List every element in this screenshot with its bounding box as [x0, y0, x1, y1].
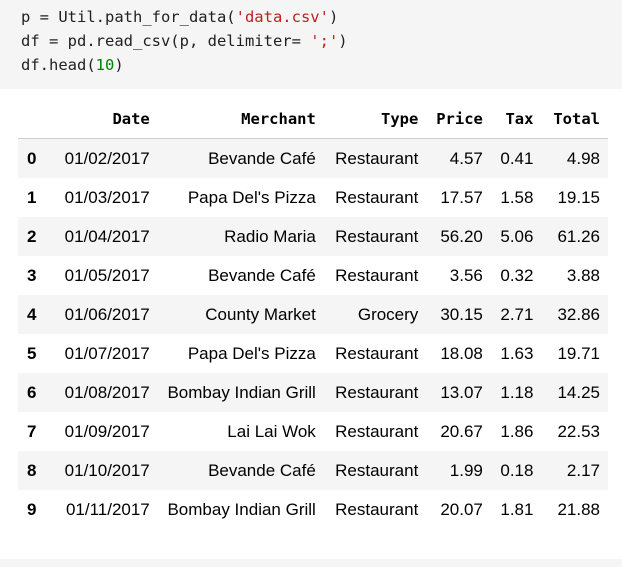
cell-merchant: Bevande Café — [208, 460, 316, 480]
cell-type: Restaurant — [335, 226, 419, 246]
cell-price: 56.20 — [440, 226, 483, 246]
code-line-2: df = pd.read_csv(p, delimiter= ';') — [21, 32, 348, 50]
header-price: Price — [426, 100, 491, 139]
next-cell-edge — [0, 559, 622, 567]
table-row: 5 01/07/2017 Papa Del's Pizza Restaurant 18.… — [18, 334, 608, 373]
cell-index: 4 — [27, 304, 37, 324]
cell-date: 01/02/2017 — [64, 148, 150, 168]
cell-index: 3 — [27, 265, 37, 285]
cell-date: 01/11/2017 — [65, 499, 150, 519]
cell-merchant: Papa Del's Pizza — [187, 187, 316, 207]
cell-merchant: Bombay Indian Grill — [167, 382, 316, 402]
cell-index: 0 — [27, 148, 37, 168]
cell-merchant: Papa Del's Pizza — [187, 343, 316, 363]
cell-total: 4.98 — [566, 148, 600, 168]
cell-index: 2 — [27, 226, 37, 246]
cell-total: 19.15 — [557, 187, 600, 207]
cell-tax: 1.86 — [500, 421, 534, 441]
cell-total: 14.25 — [557, 382, 600, 402]
dataframe-table: Date Merchant Type Price Tax Total 0 01/0… — [18, 100, 608, 529]
cell-price: 17.57 — [440, 187, 483, 207]
cell-total: 61.26 — [557, 226, 600, 246]
header-tax: Tax — [490, 100, 542, 139]
cell-date: 01/10/2017 — [64, 460, 150, 480]
header-index — [18, 100, 60, 139]
cell-tax: 0.18 — [500, 460, 534, 480]
cell-merchant: Lai Lai Wok — [227, 421, 316, 441]
table-row: 2 01/04/2017 Radio Maria Restaurant 56.20 5.0… — [18, 217, 608, 256]
cell-tax: 0.41 — [500, 148, 534, 168]
cell-merchant: County Market — [205, 304, 316, 324]
cell-date: 01/08/2017 — [64, 382, 150, 402]
cell-price: 3.56 — [449, 265, 483, 285]
cell-date: 01/05/2017 — [64, 265, 150, 285]
cell-merchant: Bombay Indian Grill — [167, 499, 316, 519]
table-row: 4 01/06/2017 County Market Grocery 30.15 2.71… — [18, 295, 608, 334]
cell-index: 6 — [27, 382, 37, 402]
table-row: 6 01/08/2017 Bombay Indian Grill Restaurant… — [18, 373, 608, 412]
cell-total: 21.88 — [557, 499, 600, 519]
cell-type: Restaurant — [335, 265, 419, 285]
cell-date: 01/09/2017 — [64, 421, 150, 441]
cell-tax: 2.71 — [500, 304, 534, 324]
cell-tax: 1.58 — [500, 187, 534, 207]
cell-type: Restaurant — [335, 421, 419, 441]
cell-index: 1 — [27, 187, 37, 207]
cell-price: 1.99 — [449, 460, 483, 480]
table-header-row: Date Merchant Type Price Tax Total — [18, 100, 608, 139]
cell-total: 32.86 — [557, 304, 600, 324]
cell-price: 30.15 — [440, 304, 483, 324]
cell-type: Restaurant — [335, 343, 419, 363]
cell-total: 22.53 — [557, 421, 600, 441]
cell-date: 01/03/2017 — [64, 187, 150, 207]
table-row: 3 01/05/2017 Bevande Café Restaurant 3.56 0.3… — [18, 256, 608, 295]
cell-merchant: Bevande Café — [208, 148, 316, 168]
cell-price: 20.07 — [440, 499, 483, 519]
dataframe-output: Date Merchant Type Price Tax Total 0 01/0… — [18, 100, 608, 529]
table-row: 7 01/09/2017 Lai Lai Wok Restaurant 20.67 1.8… — [18, 412, 608, 451]
cell-total: 3.88 — [566, 265, 600, 285]
cell-total: 19.71 — [557, 343, 600, 363]
cell-tax: 1.63 — [500, 343, 534, 363]
table-row: 9 01/11/2017 Bombay Indian Grill Restaurant… — [18, 490, 608, 529]
cell-index: 7 — [27, 421, 37, 441]
cell-index: 9 — [27, 499, 37, 519]
code-line-3: df.head(10) — [21, 56, 124, 74]
cell-price: 4.57 — [449, 148, 483, 168]
header-merchant: Merchant — [149, 100, 324, 139]
cell-date: 01/06/2017 — [64, 304, 150, 324]
cell-index: 8 — [27, 460, 37, 480]
header-date: Date — [59, 100, 150, 139]
cell-tax: 1.18 — [500, 382, 534, 402]
cell-merchant: Radio Maria — [224, 226, 316, 246]
header-type: Type — [323, 100, 427, 139]
cell-type: Restaurant — [335, 148, 419, 168]
cell-tax: 5.06 — [500, 226, 534, 246]
cell-type: Restaurant — [335, 187, 419, 207]
code-cell[interactable]: p = Util.path_for_data('data.csv') df = … — [0, 0, 622, 89]
cell-type: Grocery — [357, 304, 419, 324]
cell-total: 2.17 — [566, 460, 600, 480]
cell-date: 01/04/2017 — [64, 226, 150, 246]
code-line-1: p = Util.path_for_data('data.csv') — [21, 8, 339, 26]
cell-date: 01/07/2017 — [64, 343, 150, 363]
cell-price: 20.67 — [440, 421, 483, 441]
cell-type: Restaurant — [335, 460, 419, 480]
header-total: Total — [541, 100, 608, 139]
table-row: 8 01/10/2017 Bevande Café Restaurant 1.99 0.1… — [18, 451, 608, 490]
cell-type: Restaurant — [335, 499, 419, 519]
table-row: 1 01/03/2017 Papa Del's Pizza Restaurant 17.… — [18, 178, 608, 217]
cell-tax: 1.81 — [500, 499, 534, 519]
cell-merchant: Bevande Café — [208, 265, 316, 285]
cell-type: Restaurant — [335, 382, 419, 402]
table-row: 0 01/02/2017 Bevande Café Restaurant 4.57 0.4… — [18, 138, 608, 178]
cell-tax: 0.32 — [500, 265, 534, 285]
cell-index: 5 — [27, 343, 37, 363]
cell-price: 18.08 — [440, 343, 483, 363]
cell-price: 13.07 — [440, 382, 483, 402]
